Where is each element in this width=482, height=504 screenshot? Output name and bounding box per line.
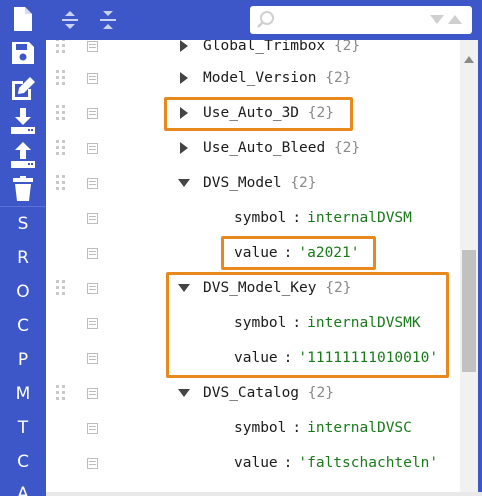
save-icon [12, 42, 34, 64]
context-menu-icon[interactable] [87, 248, 98, 259]
context-menu-icon[interactable] [87, 213, 98, 224]
nav-letter-a[interactable]: A [0, 484, 46, 504]
caret-down-icon[interactable] [178, 177, 190, 189]
context-menu-icon[interactable] [87, 353, 98, 364]
node-label[interactable]: Global_Trimbox {2} [203, 40, 360, 56]
property-row[interactable]: value:'faltschachteln' [234, 453, 438, 473]
drag-handle-icon[interactable] [56, 140, 66, 156]
context-menu-icon[interactable] [87, 318, 98, 329]
json-editor-window: S R O C P M T C A Global_Trimbox {2} Mod… [0, 0, 482, 504]
context-menu-icon[interactable] [87, 178, 98, 189]
context-menu-icon[interactable] [87, 458, 98, 469]
scrollbar-thumb[interactable] [462, 250, 476, 372]
save-button[interactable] [6, 38, 40, 68]
search-input[interactable] [280, 9, 424, 31]
new-document-icon [14, 7, 32, 31]
nav-letter-m[interactable]: M [0, 384, 46, 404]
context-menu-icon[interactable] [87, 388, 98, 399]
nav-letter-s[interactable]: S [0, 214, 46, 234]
nav-letter-c[interactable]: C [0, 316, 46, 336]
nav-letter-o[interactable]: O [0, 282, 46, 302]
search-next-icon[interactable] [430, 15, 444, 25]
context-menu-icon[interactable] [87, 423, 98, 434]
context-menu-icon[interactable] [87, 73, 98, 84]
search-previous-icon[interactable] [448, 15, 462, 25]
drag-handle-icon[interactable] [56, 175, 66, 191]
highlight-box [166, 272, 449, 378]
expand-all-icon [62, 11, 78, 29]
nav-letter-p[interactable]: P [0, 350, 46, 370]
trash-icon [13, 176, 33, 201]
left-toolbar: S R O C P M T C A [0, 0, 46, 504]
drag-handle-icon[interactable] [56, 105, 66, 121]
tree-row[interactable]: Global_Trimbox {2} [46, 40, 460, 64]
drag-handle-icon[interactable] [56, 385, 66, 401]
highlight-box [221, 236, 376, 270]
property-row[interactable]: symbol: internalDVSC [234, 418, 412, 438]
new-document-button[interactable] [6, 4, 40, 34]
window-edge [478, 0, 482, 496]
tree-row[interactable]: Use_Auto_Bleed {2} [46, 132, 460, 166]
node-label[interactable]: DVS_Model {2} [203, 173, 317, 193]
json-tree: Global_Trimbox {2} Model_Version {2} Use… [46, 40, 460, 496]
delete-button[interactable] [6, 174, 40, 204]
upload-button[interactable] [6, 140, 40, 170]
tree-row[interactable]: DVS_Model {2} [46, 167, 460, 201]
caret-right-icon[interactable] [178, 72, 190, 84]
property-value[interactable]: 'faltschachteln' [298, 455, 438, 471]
property-value[interactable]: internalDVSM [307, 210, 412, 226]
edit-icon [12, 77, 35, 100]
edit-button[interactable] [6, 74, 40, 104]
context-menu-icon[interactable] [87, 283, 98, 294]
context-menu-icon[interactable] [87, 143, 98, 154]
tree-row[interactable]: Model_Version {2} [46, 62, 460, 96]
node-label[interactable]: Use_Auto_Bleed {2} [203, 138, 360, 158]
caret-down-icon[interactable] [178, 387, 190, 399]
collapse-all-button[interactable] [96, 8, 120, 32]
caret-right-icon[interactable] [178, 142, 190, 154]
top-toolbar [46, 0, 482, 40]
property-row[interactable]: symbol: internalDVSM [234, 208, 412, 228]
bottom-edge [46, 492, 482, 496]
scroll-up-arrow-icon[interactable] [464, 56, 474, 63]
caret-right-icon[interactable] [178, 40, 190, 52]
nav-letter-t[interactable]: T [0, 418, 46, 438]
search-icon [257, 11, 274, 28]
tree-row[interactable]: symbol: internalDVSM [46, 202, 460, 236]
drag-handle-icon[interactable] [56, 280, 66, 296]
node-label[interactable]: DVS_Catalog {2} [203, 383, 334, 403]
expand-all-button[interactable] [58, 8, 82, 32]
drag-handle-icon[interactable] [56, 40, 66, 54]
nav-letter-r[interactable]: R [0, 248, 46, 268]
tree-row[interactable]: DVS_Catalog {2} [46, 377, 460, 411]
highlight-box [164, 97, 353, 131]
tree-row[interactable]: value:'faltschachteln' [46, 447, 460, 481]
nav-letter-c2[interactable]: C [0, 452, 46, 472]
download-icon [11, 108, 35, 134]
collapse-all-icon [100, 11, 116, 29]
property-value[interactable]: internalDVSC [307, 420, 412, 436]
search-box [250, 6, 472, 34]
download-button[interactable] [6, 106, 40, 136]
tree-row[interactable]: symbol: internalDVSC [46, 412, 460, 446]
toolbar-divider [0, 206, 46, 207]
context-menu-icon[interactable] [87, 41, 98, 52]
node-label[interactable]: Model_Version {2} [203, 68, 351, 88]
upload-icon [11, 142, 35, 168]
drag-handle-icon[interactable] [56, 70, 66, 86]
context-menu-icon[interactable] [87, 108, 98, 119]
